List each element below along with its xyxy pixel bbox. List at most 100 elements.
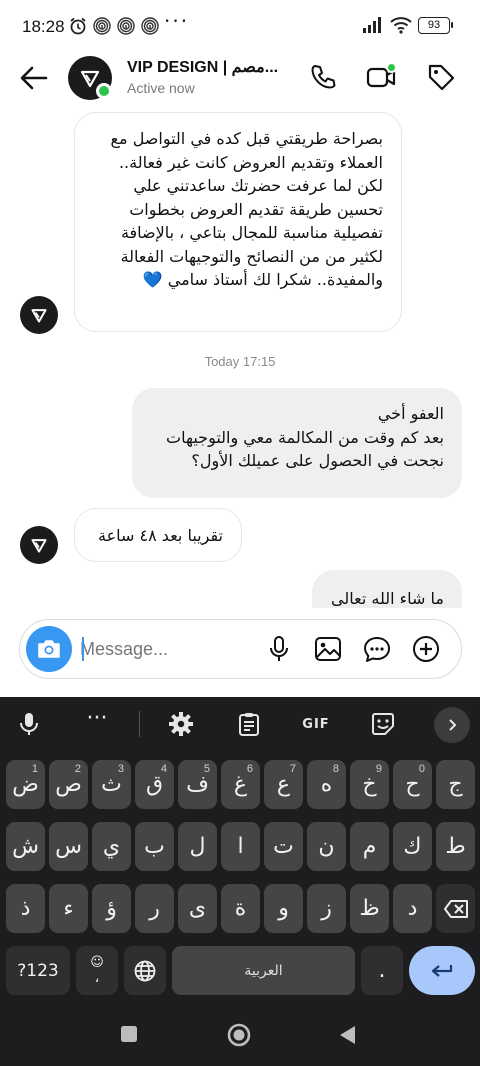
period-key[interactable]: . xyxy=(361,946,403,995)
key[interactable]: ل xyxy=(178,822,217,871)
emoji-icon: ☺ xyxy=(90,955,104,970)
sticker-chat-icon[interactable] xyxy=(362,634,392,664)
voice-input-icon[interactable] xyxy=(16,711,42,737)
enter-key[interactable] xyxy=(409,946,475,995)
online-status-dot xyxy=(96,83,112,99)
backspace-key[interactable] xyxy=(436,884,475,933)
back-arrow-icon[interactable] xyxy=(16,60,52,96)
signal-icon xyxy=(363,17,381,33)
message-composer xyxy=(19,619,462,679)
key[interactable]: ه8 xyxy=(307,760,346,809)
battery-indicator: 93 xyxy=(418,16,453,34)
emoji-comma-key[interactable]: ☺ ، xyxy=(76,946,118,995)
key[interactable]: ظ xyxy=(350,884,389,933)
key[interactable]: ن xyxy=(307,822,346,871)
fingerprint-icon xyxy=(93,17,111,35)
key[interactable]: ذ xyxy=(6,884,45,933)
message-line: تفصيلية مناسبة للمجال بتاعي ، بالإضافة xyxy=(120,223,383,242)
camera-icon xyxy=(38,640,60,658)
message-bubble-incoming[interactable]: تقريبا بعد ٤٨ ساعة xyxy=(74,508,242,562)
message-line: بصراحة طريقتي قبل كده في التواصل مع xyxy=(110,129,383,148)
key[interactable]: ك xyxy=(393,822,432,871)
key[interactable]: ة xyxy=(221,884,260,933)
logo-icon xyxy=(31,539,47,553)
key[interactable]: ق4 xyxy=(135,760,174,809)
message-line: نجحت في الحصول على عميلك الأول؟ xyxy=(191,451,444,470)
chat-header: VIP DESIGN | مصم... Active now xyxy=(0,54,480,104)
key[interactable]: د xyxy=(393,884,432,933)
clipboard-icon[interactable] xyxy=(236,711,262,737)
key[interactable]: ي xyxy=(92,822,131,871)
key[interactable]: و xyxy=(264,884,303,933)
numbers-key[interactable]: ?123 xyxy=(6,946,70,995)
message-line: لكثير من من النصائح والتوجيهات الفعالة xyxy=(120,246,383,266)
globe-icon xyxy=(134,960,156,981)
key[interactable]: ص2 xyxy=(49,760,88,809)
add-plus-icon[interactable] xyxy=(411,634,441,664)
phone-call-icon[interactable] xyxy=(308,62,338,92)
toolbar-divider xyxy=(139,711,140,737)
key[interactable]: ج xyxy=(436,760,475,809)
key[interactable]: ف5 xyxy=(178,760,217,809)
key[interactable]: ض1 xyxy=(6,760,45,809)
key[interactable]: ا xyxy=(221,822,260,871)
logo-icon xyxy=(31,309,47,323)
key[interactable]: ث3 xyxy=(92,760,131,809)
settings-gear-icon[interactable] xyxy=(168,711,194,737)
microphone-icon[interactable] xyxy=(264,634,294,664)
status-bar: 18:28 ··· 93 xyxy=(0,0,480,54)
message-timestamp: Today 17:15 xyxy=(204,354,276,369)
language-key[interactable] xyxy=(124,946,166,995)
key[interactable]: غ6 xyxy=(221,760,260,809)
toolbar-expand-button[interactable] xyxy=(434,707,470,743)
message-input[interactable] xyxy=(80,630,260,668)
fingerprint-icon xyxy=(141,17,159,35)
message-bubble-outgoing[interactable]: ما شاء الله تعالى xyxy=(312,570,462,608)
sender-avatar[interactable] xyxy=(20,296,58,334)
key[interactable]: ت xyxy=(264,822,303,871)
message-line: لكن لما عرفت حضرتك ساعدتني علي xyxy=(133,176,383,195)
key[interactable]: ب xyxy=(135,822,174,871)
gallery-icon[interactable] xyxy=(313,634,343,664)
key[interactable]: م xyxy=(350,822,389,871)
sticker-icon[interactable] xyxy=(370,711,396,737)
more-options-icon[interactable]: ··· xyxy=(84,705,110,731)
key[interactable]: ؤ xyxy=(92,884,131,933)
keyboard-toolbar: ··· GIF xyxy=(0,697,480,751)
key[interactable]: ح0 xyxy=(393,760,432,809)
tag-icon[interactable] xyxy=(426,62,456,92)
key[interactable]: س xyxy=(49,822,88,871)
message-list[interactable]: بصراحة طريقتي قبل كده في التواصل مع العم… xyxy=(0,104,480,608)
key[interactable]: ط xyxy=(436,822,475,871)
key[interactable]: ء xyxy=(49,884,88,933)
key[interactable]: ز xyxy=(307,884,346,933)
gif-button[interactable]: GIF xyxy=(300,711,332,737)
camera-button[interactable] xyxy=(26,626,72,672)
alarm-icon xyxy=(70,17,86,35)
more-notifications-icon: ··· xyxy=(164,9,190,33)
key[interactable]: ى xyxy=(178,884,217,933)
key[interactable]: ش xyxy=(6,822,45,871)
status-time: 18:28 xyxy=(22,17,65,36)
system-nav-bar xyxy=(0,1000,480,1066)
sender-avatar[interactable] xyxy=(20,526,58,564)
back-triangle-icon[interactable] xyxy=(338,1025,356,1045)
message-bubble-incoming[interactable]: بصراحة طريقتي قبل كده في التواصل مع العم… xyxy=(74,112,402,332)
key[interactable]: ر xyxy=(135,884,174,933)
key[interactable]: ع7 xyxy=(264,760,303,809)
message-line: ما شاء الله تعالى xyxy=(331,589,444,608)
message-bubble-outgoing[interactable]: العفو أخي بعد كم وقت من المكالمة معي وال… xyxy=(132,388,462,498)
home-icon[interactable] xyxy=(227,1023,251,1047)
message-line: تقريبا بعد ٤٨ ساعة xyxy=(98,526,223,545)
message-line: بعد كم وقت من المكالمة معي والتوجيهات xyxy=(166,427,444,447)
chevron-right-icon xyxy=(449,719,457,731)
recent-apps-icon[interactable] xyxy=(120,1025,138,1043)
contact-status: Active now xyxy=(127,80,195,96)
space-key[interactable]: العربية xyxy=(172,946,355,995)
backspace-icon xyxy=(443,899,468,918)
video-online-dot xyxy=(386,62,397,73)
key[interactable]: خ9 xyxy=(350,760,389,809)
contact-name[interactable]: VIP DESIGN | مصم... xyxy=(127,57,278,77)
enter-return-icon xyxy=(431,964,453,977)
message-line: تحسين طريقة تقديم العروض بخطوات xyxy=(129,199,383,219)
